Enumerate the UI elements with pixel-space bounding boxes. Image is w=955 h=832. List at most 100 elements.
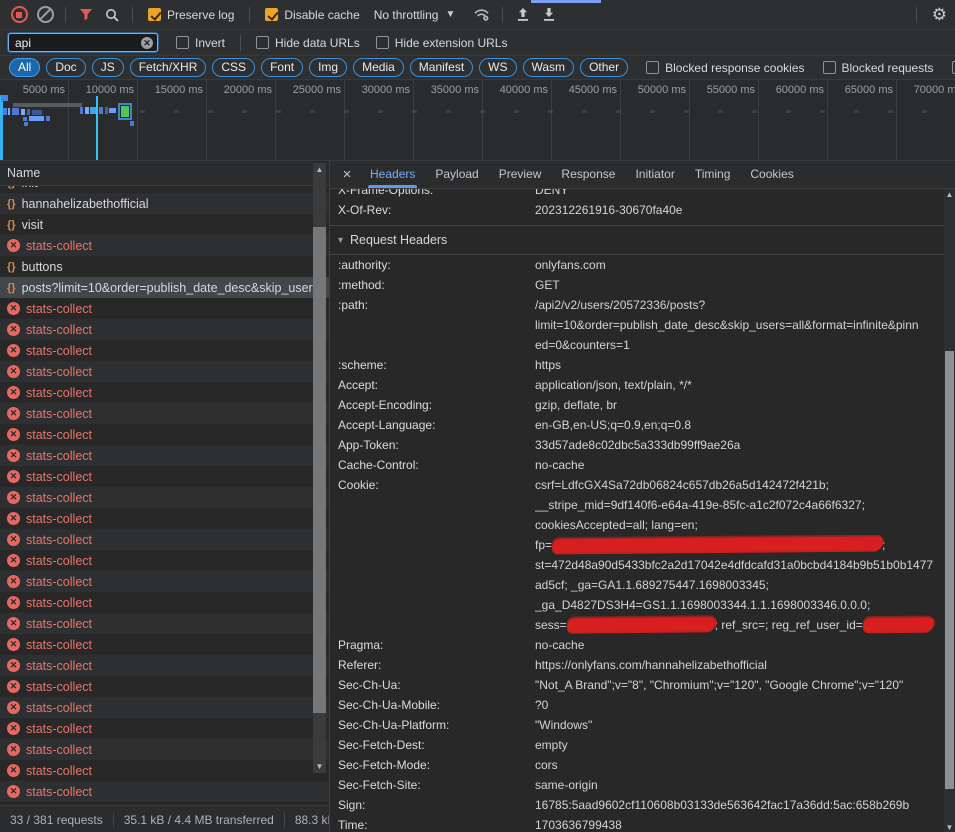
table-row[interactable]: ✕stats-collect <box>0 424 329 445</box>
timeline-column: 20000 ms <box>207 80 276 160</box>
table-row[interactable]: ✕stats-collect <box>0 613 329 634</box>
table-row[interactable]: ✕stats-collect <box>0 319 329 340</box>
filter-input[interactable]: api ✕ <box>8 33 158 52</box>
scrollbar-thumb[interactable] <box>313 227 326 713</box>
filter-option-blocked-requests[interactable]: Blocked requests <box>823 61 934 75</box>
invert-control[interactable]: Invert <box>176 36 225 50</box>
preserve-log-label: Preserve log <box>167 8 234 22</box>
type-filter-font[interactable]: Font <box>261 58 303 77</box>
request-list-scrollbar[interactable]: ▲ ▼ <box>313 163 326 773</box>
type-filter-media[interactable]: Media <box>353 58 404 77</box>
import-har-button[interactable] <box>510 3 536 27</box>
hide-extension-urls-control[interactable]: Hide extension URLs <box>376 36 508 50</box>
tab-timing[interactable]: Timing <box>685 161 741 188</box>
header-value: 1703636799438 <box>535 815 944 832</box>
tab-payload[interactable]: Payload <box>425 161 488 188</box>
tab-cookies[interactable]: Cookies <box>740 161 803 188</box>
type-filter-ws[interactable]: WS <box>479 58 516 77</box>
table-row[interactable]: ✕stats-collect <box>0 445 329 466</box>
export-har-button[interactable] <box>536 3 562 27</box>
tab-initiator[interactable]: Initiator <box>625 161 684 188</box>
request-headers-section-header[interactable]: ▾Request Headers <box>330 226 944 255</box>
type-filter-all[interactable]: All <box>9 58 40 77</box>
throttling-dropdown[interactable]: No throttling ▼ <box>374 8 456 22</box>
table-row[interactable]: ✕stats-collect <box>0 382 329 403</box>
search-button[interactable] <box>99 3 125 27</box>
table-row[interactable]: {}init <box>0 186 329 193</box>
type-filter-other[interactable]: Other <box>580 58 628 77</box>
table-row[interactable]: ✕stats-collect <box>0 571 329 592</box>
close-details-button[interactable]: × <box>334 166 360 183</box>
table-row[interactable]: ✕stats-collect <box>0 781 329 802</box>
type-filter-img[interactable]: Img <box>309 58 347 77</box>
scroll-down-icon[interactable]: ▼ <box>944 823 955 832</box>
invert-checkbox[interactable] <box>176 36 189 49</box>
table-row[interactable]: {}hannahelizabethofficial <box>0 193 329 214</box>
hide-data-urls-control[interactable]: Hide data URLs <box>256 36 360 50</box>
table-row[interactable]: {}posts?limit=10&order=publish_date_desc… <box>0 277 329 298</box>
request-name: stats-collect <box>26 491 92 505</box>
network-conditions-button[interactable] <box>469 3 495 27</box>
type-filter-manifest[interactable]: Manifest <box>410 58 473 77</box>
header-value: csrf=LdfcGX4Sa72db06824c657db26a5d142472… <box>535 475 944 635</box>
table-row[interactable]: ✕stats-collect <box>0 487 329 508</box>
table-row[interactable]: ✕stats-collect <box>0 718 329 739</box>
scroll-down-icon[interactable]: ▼ <box>313 762 326 771</box>
table-row[interactable]: ✕stats-collect <box>0 634 329 655</box>
table-row[interactable]: ✕stats-collect <box>0 466 329 487</box>
table-row[interactable]: ✕stats-collect <box>0 550 329 571</box>
header-row: :authority:onlyfans.com <box>330 255 944 275</box>
disable-cache-control[interactable]: Disable cache <box>265 8 359 22</box>
disable-cache-checkbox[interactable] <box>265 8 278 21</box>
timeline-tick-label: 30000 ms <box>345 80 413 96</box>
filter-option-blocked-response-cookies[interactable]: Blocked response cookies <box>646 61 804 75</box>
details-scrollbar[interactable]: ▲ ▼ <box>944 189 955 832</box>
scroll-up-icon[interactable]: ▲ <box>313 165 326 174</box>
scroll-up-icon[interactable]: ▲ <box>944 190 955 199</box>
scrollbar-thumb[interactable] <box>945 351 954 789</box>
table-row[interactable]: ✕stats-collect <box>0 676 329 697</box>
filter-toggle-button[interactable] <box>73 3 99 27</box>
settings-button[interactable]: ⚙ <box>932 0 947 30</box>
type-filter-fetch-xhr[interactable]: Fetch/XHR <box>130 58 207 77</box>
tab-preview[interactable]: Preview <box>489 161 552 188</box>
header-name: :method: <box>338 275 535 295</box>
clear-button[interactable] <box>32 3 58 27</box>
type-filter-js[interactable]: JS <box>92 58 124 77</box>
clear-filter-icon[interactable]: ✕ <box>141 37 153 49</box>
filter-option-3rd-party-requests[interactable]: 3rd-party requests <box>952 61 955 75</box>
table-row[interactable]: ✕stats-collect <box>0 508 329 529</box>
table-row[interactable]: ✕stats-collect <box>0 655 329 676</box>
table-row[interactable]: ✕stats-collect <box>0 697 329 718</box>
table-row[interactable]: ✕stats-collect <box>0 403 329 424</box>
table-row[interactable]: ✕stats-collect <box>0 298 329 319</box>
type-filter-css[interactable]: CSS <box>212 58 255 77</box>
preserve-log-control[interactable]: Preserve log <box>148 8 234 22</box>
table-row[interactable]: ✕stats-collect <box>0 760 329 781</box>
tab-response[interactable]: Response <box>551 161 625 188</box>
table-row[interactable]: {}buttons <box>0 256 329 277</box>
checkbox[interactable] <box>646 61 659 74</box>
type-filter-wasm[interactable]: Wasm <box>523 58 575 77</box>
table-row[interactable]: ✕stats-collect <box>0 529 329 550</box>
header-name: Sec-Fetch-Mode: <box>338 755 535 775</box>
table-row[interactable]: ✕stats-collect <box>0 340 329 361</box>
record-button[interactable] <box>6 3 32 27</box>
table-row[interactable]: ✕stats-collect <box>0 361 329 382</box>
hide-extension-urls-checkbox[interactable] <box>376 36 389 49</box>
main-split: Name {}init{}hannahelizabethofficial{}vi… <box>0 161 955 832</box>
hide-data-urls-checkbox[interactable] <box>256 36 269 49</box>
table-row[interactable]: {}visit <box>0 214 329 235</box>
transferred-size: 35.1 kB / 4.4 MB transferred <box>113 813 284 827</box>
timeline-overview[interactable]: 5000 ms10000 ms15000 ms20000 ms25000 ms3… <box>0 80 955 161</box>
table-row[interactable]: ✕stats-collect <box>0 235 329 256</box>
name-column-header[interactable]: Name <box>0 161 329 186</box>
tab-headers[interactable]: Headers <box>360 161 425 188</box>
checkbox[interactable] <box>823 61 836 74</box>
section-triangle-icon[interactable]: ▾ <box>338 235 343 246</box>
preserve-log-checkbox[interactable] <box>148 8 161 21</box>
type-filter-doc[interactable]: Doc <box>46 58 85 77</box>
table-row[interactable]: ✕stats-collect <box>0 739 329 760</box>
checkbox[interactable] <box>952 61 955 74</box>
table-row[interactable]: ✕stats-collect <box>0 592 329 613</box>
